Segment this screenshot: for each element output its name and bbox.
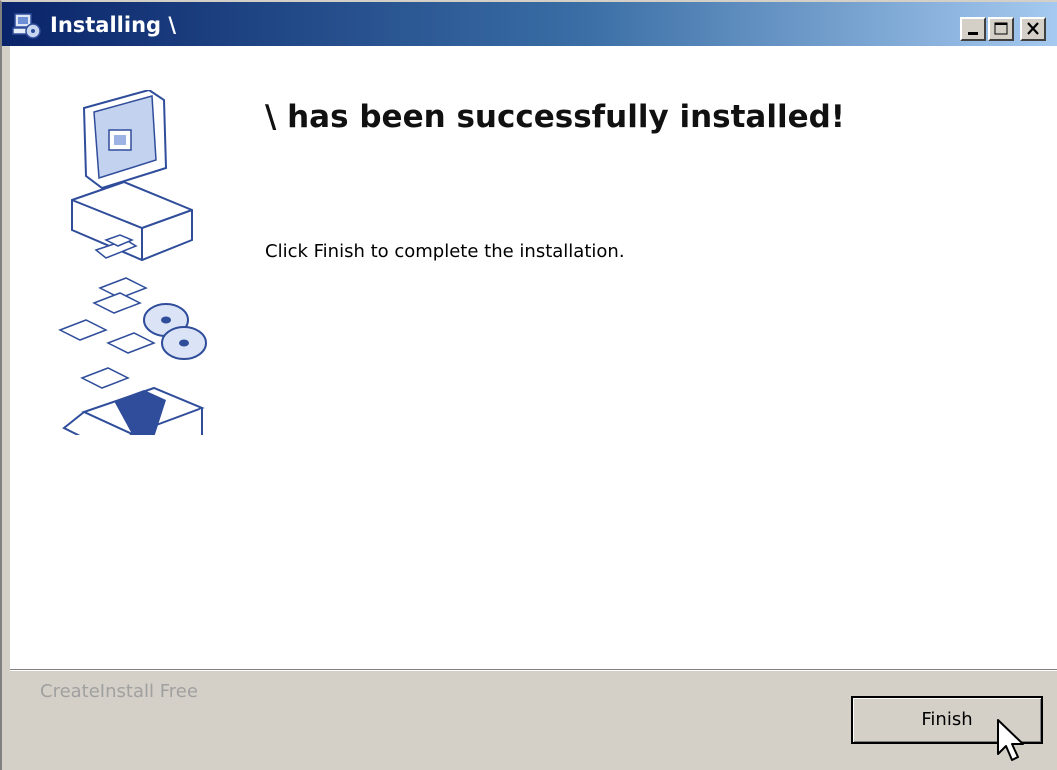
close-button[interactable] [1020,17,1046,41]
title-bar[interactable]: Installing \ [2,2,1057,46]
close-icon [1027,22,1039,35]
minimize-icon [968,32,978,35]
footer-separator [10,669,1057,671]
mouse-cursor-icon [997,719,1024,761]
installer-icon [12,13,41,39]
instruction-text: Click Finish to complete the installatio… [265,241,625,262]
success-heading: \ has been successfully installed! [265,99,845,135]
maximize-button[interactable] [988,17,1014,41]
maximize-icon [994,22,1008,35]
brand-label: CreateInstall Free [40,681,198,702]
installer-window: Installing \ \ has been successfully ins… [0,0,1057,770]
computer-disks-box-illustration [58,90,207,435]
window-title: Installing \ [50,13,177,37]
content-panel: \ has been successfully installed! Click… [10,46,1057,669]
minimize-button[interactable] [960,17,986,41]
